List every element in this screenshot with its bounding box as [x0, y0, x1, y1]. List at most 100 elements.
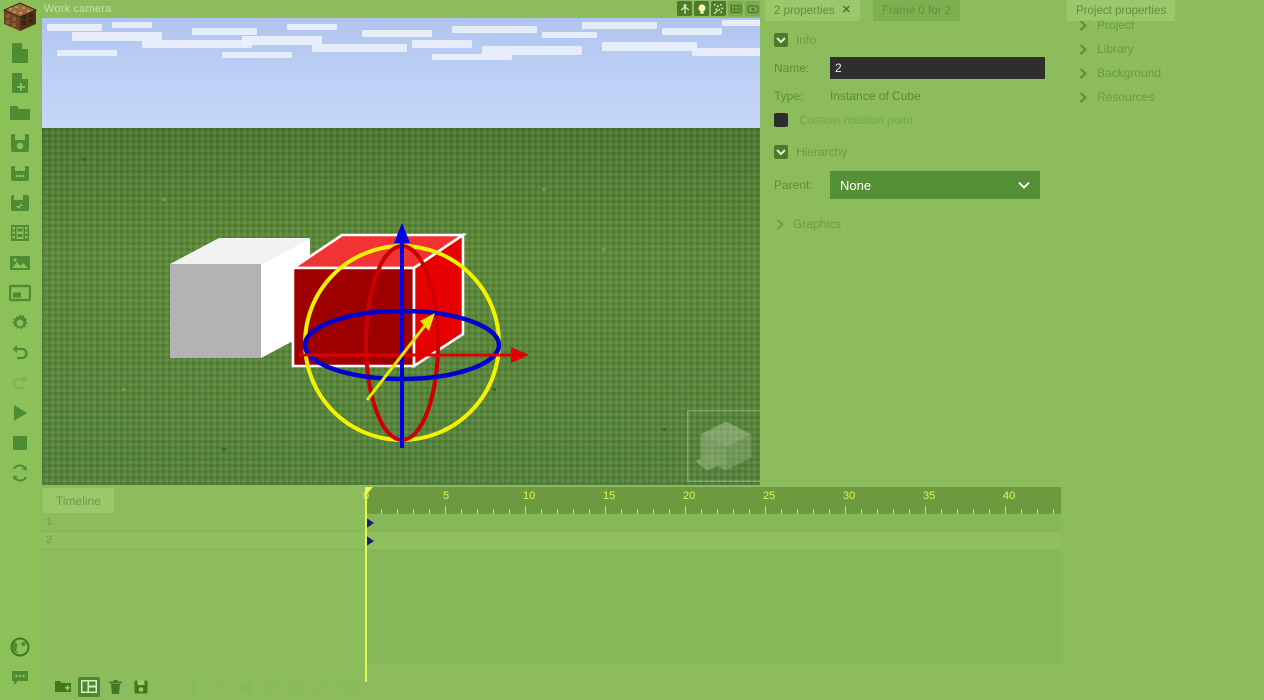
- toolbar-film-strip[interactable]: [0, 218, 40, 248]
- ruler-label: 25: [763, 490, 776, 502]
- toolbar-save[interactable]: [0, 128, 40, 158]
- ruler-label: 15: [603, 490, 616, 502]
- table-row[interactable]: 2: [40, 532, 1061, 550]
- cube-thumbnail-icon: [687, 410, 760, 482]
- custom-rotation-label: Custom rotation point: [799, 113, 914, 127]
- custom-rotation-checkbox[interactable]: [774, 113, 788, 127]
- parent-select[interactable]: None: [830, 171, 1040, 199]
- timeline-footer-toolbar: [40, 673, 1061, 700]
- delete-track-button[interactable]: [104, 677, 126, 697]
- toolbar-new-file[interactable]: [0, 38, 40, 68]
- grid-icon[interactable]: [728, 1, 743, 16]
- crafting-table-cube-icon: [3, 2, 37, 31]
- tab-timeline[interactable]: Timeline: [43, 488, 114, 513]
- tool-5-button[interactable]: [286, 677, 308, 697]
- tool-6-button[interactable]: [312, 677, 334, 697]
- window-layout-icon: [9, 284, 31, 302]
- ruler-tick: [925, 506, 926, 514]
- viewport-3d-canvas[interactable]: [42, 18, 760, 485]
- chevron-right-icon: [1079, 67, 1087, 79]
- toolbar-redo[interactable]: [0, 368, 40, 398]
- play-triangle-icon: [14, 405, 27, 421]
- tab-object-properties[interactable]: 2 properties ✕: [765, 0, 860, 21]
- hierarchy-checkbox[interactable]: [774, 145, 788, 159]
- properties-tabbar: 2 properties ✕ Frame 0 for 2: [763, 0, 1063, 21]
- toolbar-undo[interactable]: [0, 338, 40, 368]
- light-bulb-icon[interactable]: [694, 1, 709, 16]
- info-checkbox[interactable]: [774, 33, 788, 47]
- floppy-save-icon: [11, 134, 29, 152]
- timeline-playhead-handle[interactable]: [365, 487, 373, 496]
- ruler-tick: [1005, 506, 1006, 514]
- chevron-right-icon: [1079, 19, 1087, 31]
- tab-frame-properties[interactable]: Frame 0 for 2: [873, 0, 961, 21]
- object-properties-panel: 2 properties ✕ Frame 0 for 2 Info Name:: [763, 0, 1063, 487]
- timeline-playhead[interactable]: [365, 487, 367, 682]
- redo-arrow-icon: [12, 375, 28, 390]
- section-info-title: Info: [796, 33, 817, 47]
- tool-3-button[interactable]: [234, 677, 256, 697]
- table-row[interactable]: 1: [40, 514, 1061, 532]
- toolbar-image-export[interactable]: [0, 248, 40, 278]
- parent-select-value: None: [840, 177, 872, 193]
- close-icon[interactable]: ✕: [842, 5, 851, 16]
- ruler-tick: [685, 506, 686, 514]
- section-hierarchy-header[interactable]: Hierarchy: [763, 145, 1063, 159]
- row-parent: Parent: None: [763, 171, 1063, 199]
- project-tabbar: Project properties: [1065, 0, 1264, 21]
- row-custom-rotation[interactable]: Custom rotation point: [763, 113, 1063, 127]
- name-label: Name:: [774, 61, 810, 75]
- tool-2-button[interactable]: [208, 677, 230, 697]
- chevron-down-icon: [776, 149, 786, 156]
- toolbar-layout[interactable]: [0, 278, 40, 308]
- trash-icon: [109, 679, 121, 694]
- chart-icon: [239, 680, 251, 693]
- toolbar-export[interactable]: [0, 188, 40, 218]
- toolbar-stop[interactable]: [0, 428, 40, 458]
- gear-icon: [11, 314, 28, 330]
- ruler-tick: [845, 506, 846, 514]
- chevron-down-icon: [776, 37, 786, 44]
- chat-bubble-icon: [12, 670, 28, 685]
- toolbar-settings[interactable]: [0, 308, 40, 338]
- ruler-tick: [605, 506, 606, 514]
- toolbar-reload[interactable]: [0, 458, 40, 488]
- toolbar-open-folder[interactable]: [0, 98, 40, 128]
- camera-view-icon[interactable]: [745, 1, 760, 16]
- project-item-library[interactable]: Library: [1065, 37, 1264, 61]
- stop-square-icon: [13, 436, 27, 450]
- section-graphics-title: Graphics: [793, 217, 842, 231]
- toolbar-play[interactable]: [0, 398, 40, 428]
- axes-gizmo-icon[interactable]: [677, 1, 692, 16]
- rotate-translate-gizmo[interactable]: [247, 203, 557, 478]
- parent-label: Parent:: [774, 178, 813, 192]
- add-folder-button[interactable]: [52, 677, 74, 697]
- layout-add-icon: [81, 680, 97, 693]
- ruler-label: 20: [683, 490, 696, 502]
- tool-4-button[interactable]: [260, 677, 282, 697]
- toolbar-chat[interactable]: [0, 663, 40, 693]
- floppy-export-icon: [11, 195, 29, 211]
- name-input[interactable]: [830, 57, 1045, 79]
- timeline-ruler[interactable]: 0510152025303540: [363, 487, 1061, 514]
- ruler-label: 5: [443, 490, 450, 502]
- toolbar-globe[interactable]: [0, 632, 40, 662]
- toolbar-save-as[interactable]: [0, 158, 40, 188]
- toolbar-new-file-add[interactable]: [0, 68, 40, 98]
- globe-icon: [10, 637, 30, 657]
- section-graphics-header[interactable]: Graphics: [763, 217, 1063, 231]
- project-item-resources[interactable]: Resources: [1065, 85, 1264, 109]
- project-item-label: Background: [1097, 66, 1162, 80]
- particles-icon[interactable]: [711, 1, 726, 16]
- tab-project-properties[interactable]: Project properties: [1067, 0, 1176, 21]
- tab-label: Project properties: [1076, 4, 1167, 17]
- tool-7-button[interactable]: [338, 677, 360, 697]
- folder-plus-icon: [55, 681, 71, 692]
- project-item-background[interactable]: Background: [1065, 61, 1264, 85]
- section-info-header[interactable]: Info: [763, 33, 1063, 47]
- save-track-button[interactable]: [130, 677, 152, 697]
- tool-1-button[interactable]: [182, 677, 204, 697]
- app-logo[interactable]: [0, 0, 40, 34]
- project-item-label: Resources: [1097, 90, 1155, 104]
- add-track-button[interactable]: [78, 676, 100, 697]
